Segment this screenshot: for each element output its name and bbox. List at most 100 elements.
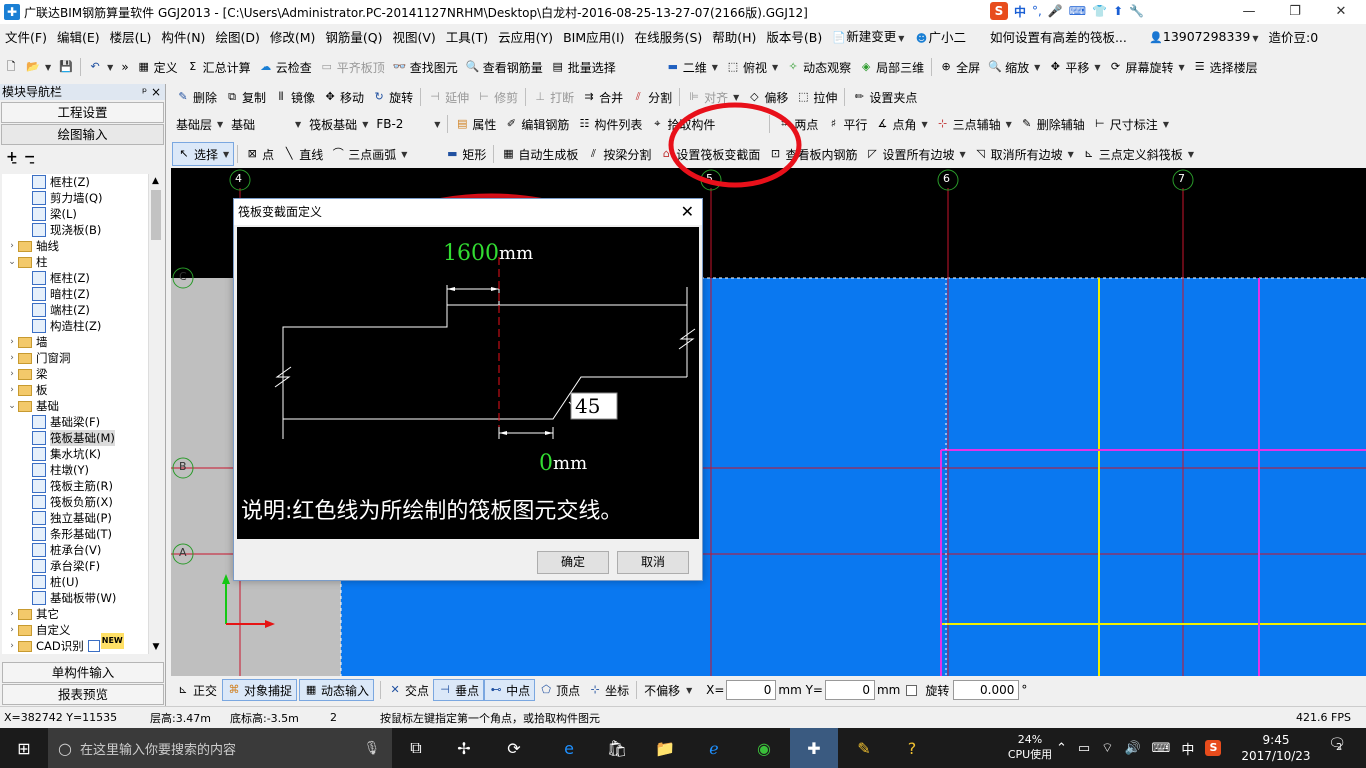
- break-button[interactable]: ⊥ 打断: [529, 85, 578, 109]
- tree-folder[interactable]: ⌄ 基础: [2, 398, 148, 414]
- phone-account[interactable]: 👤13907298339 ▼: [1144, 23, 1264, 52]
- notes-app-icon[interactable]: ✎: [840, 728, 888, 768]
- undo-button[interactable]: ↶ ▼: [84, 55, 117, 79]
- spiral-app-icon[interactable]: ⟳: [490, 728, 538, 768]
- sogou-tray-icon[interactable]: S: [1205, 740, 1222, 756]
- fullscreen-button[interactable]: ⊕ 全屏: [935, 55, 984, 79]
- layer-select[interactable]: 基础层 ▼: [172, 112, 227, 136]
- scroll-thumb[interactable]: [151, 190, 161, 240]
- tree-leaf[interactable]: 基础板带(W): [2, 590, 148, 606]
- two-points-button[interactable]: ⌗ 两点: [773, 112, 822, 136]
- angle-input[interactable]: 45: [575, 393, 600, 419]
- tray-expand-icon[interactable]: ⌃: [1056, 741, 1067, 756]
- cloud-check-button[interactable]: ☁ 云检查: [255, 55, 316, 79]
- expand-chevron-icon[interactable]: ›: [6, 606, 18, 622]
- mic-taskbar-icon[interactable]: 🎙: [363, 741, 380, 756]
- price-bean[interactable]: 造价豆:0: [1264, 24, 1324, 51]
- split-by-beam-button[interactable]: ⫽ 按梁分割: [582, 142, 655, 166]
- stretch-button[interactable]: ⬚ 拉伸: [792, 85, 841, 109]
- ie-icon[interactable]: ℯ: [690, 728, 738, 768]
- green-app-icon[interactable]: ◉: [740, 728, 788, 768]
- start-button[interactable]: ⊞: [0, 728, 48, 768]
- vertex-snap[interactable]: ⬠ 顶点: [535, 682, 584, 699]
- tree-leaf[interactable]: 基础梁(F): [2, 414, 148, 430]
- notification-center[interactable]: 🗨 2: [1322, 736, 1352, 760]
- store-icon[interactable]: 🛍: [593, 728, 641, 768]
- ortho-toggle[interactable]: ⊾ 正交: [171, 682, 222, 699]
- edit-rebar-button[interactable]: ✐ 编辑钢筋: [500, 112, 573, 136]
- menu-cloud[interactable]: 云应用(Y): [493, 24, 558, 51]
- assistant-button[interactable]: ☻广小二: [909, 24, 971, 51]
- tray-network-icon[interactable]: ▭: [1078, 741, 1090, 756]
- expand-chevron-icon[interactable]: ›: [6, 622, 18, 638]
- flush-top-button[interactable]: ▭ 平齐板顶: [316, 55, 389, 79]
- tree-leaf[interactable]: 现浇板(B): [2, 222, 148, 238]
- arc-draw-dropdown[interactable]: ⌒ 三点画弧 ▼: [327, 142, 411, 166]
- wrench-icon[interactable]: 🔧: [1129, 4, 1144, 18]
- expand-chevron-icon[interactable]: ›: [6, 334, 18, 350]
- local-3d-button[interactable]: ◈ 局部三维: [855, 55, 928, 79]
- tree-folder[interactable]: › 其它: [2, 606, 148, 622]
- collapse-chevron-icon[interactable]: ⌄: [6, 398, 18, 414]
- point-draw-button[interactable]: ⊠ 点: [241, 142, 278, 166]
- volume-icon[interactable]: 🔊: [1124, 741, 1140, 756]
- tree-leaf[interactable]: 桩承台(V): [2, 542, 148, 558]
- y-coordinate-input[interactable]: 0: [824, 680, 875, 700]
- menu-tools[interactable]: 工具(T): [441, 24, 493, 51]
- auto-gen-slab-button[interactable]: ▦ 自动生成板: [497, 142, 582, 166]
- offset-mode-select[interactable]: 不偏移 ▼: [640, 682, 704, 699]
- tree-leaf[interactable]: 集水坑(K): [2, 446, 148, 462]
- menu-file[interactable]: 文件(F): [0, 24, 52, 51]
- rect-draw-button[interactable]: ▬ 矩形: [441, 142, 490, 166]
- align-dropdown[interactable]: ⊫ 对齐 ▼: [683, 85, 743, 109]
- edge-icon[interactable]: e: [545, 728, 593, 768]
- category-select[interactable]: 基础 ▼: [227, 112, 305, 136]
- menu-online[interactable]: 在线服务(S): [630, 24, 708, 51]
- dialog-close-icon[interactable]: ✕: [681, 202, 694, 221]
- open-file-button[interactable]: 📂 ▼: [22, 55, 55, 79]
- expand-chevron-icon[interactable]: ›: [6, 238, 18, 254]
- new-change-button[interactable]: 📄新建变更 ▼: [827, 23, 909, 52]
- task-view-icon[interactable]: ⧉: [392, 728, 440, 768]
- tree-leaf[interactable]: 条形基础(T): [2, 526, 148, 542]
- expand-chevron-icon[interactable]: ›: [6, 366, 18, 382]
- tree-leaf[interactable]: 暗柱(Z): [2, 286, 148, 302]
- upload-icon[interactable]: ⬆: [1113, 4, 1123, 18]
- menu-view[interactable]: 视图(V): [387, 24, 440, 51]
- dynamic-view-button[interactable]: ✧ 动态观察: [782, 55, 855, 79]
- close-window-button[interactable]: ✕: [1318, 0, 1364, 24]
- set-grip-button[interactable]: ✏ 设置夹点: [848, 85, 921, 109]
- object-snap-toggle[interactable]: ⌘ 对象捕捉: [222, 679, 298, 701]
- move-button[interactable]: ✥ 移动: [319, 85, 368, 109]
- sogou-icon[interactable]: S: [990, 2, 1008, 20]
- tree-leaf[interactable]: 筏板基础(M): [2, 430, 148, 446]
- component-list-button[interactable]: ☷ 构件列表: [573, 112, 646, 136]
- expand-chevron-icon[interactable]: ›: [6, 638, 18, 654]
- tree-folder[interactable]: › 梁: [2, 366, 148, 382]
- collapse-chevron-icon[interactable]: ⌄: [6, 254, 18, 270]
- tree-folder[interactable]: › CAD识别 NEW: [2, 633, 148, 654]
- extend-button[interactable]: ⊣ 延伸: [424, 85, 473, 109]
- minimize-button[interactable]: —: [1226, 0, 1272, 24]
- midpoint-snap[interactable]: ⊷ 中点: [484, 679, 536, 701]
- merge-button[interactable]: ⇉ 合并: [578, 85, 627, 109]
- set-section-button[interactable]: ⌂ 设置筏板变截面: [655, 142, 764, 166]
- save-button[interactable]: 💾: [55, 55, 77, 79]
- punctuation-icon[interactable]: °,: [1032, 4, 1042, 18]
- perpendicular-snap[interactable]: ⊣ 垂点: [433, 679, 485, 701]
- tree-leaf[interactable]: 独立基础(P): [2, 510, 148, 526]
- menu-floor[interactable]: 楼层(L): [105, 24, 157, 51]
- top-view-dropdown[interactable]: ⬚ 俯视 ▼: [722, 55, 782, 79]
- intersection-snap[interactable]: ✕ 交点: [384, 682, 433, 699]
- collapse-all-icon[interactable]: −̱: [24, 149, 36, 165]
- skin-icon[interactable]: 👕: [1092, 4, 1107, 18]
- top-width-value[interactable]: 1600: [443, 241, 499, 266]
- trim-button[interactable]: ⊢ 修剪: [473, 85, 522, 109]
- menu-component[interactable]: 构件(N): [156, 24, 210, 51]
- explorer-icon[interactable]: 📁: [641, 728, 689, 768]
- offset-button[interactable]: ◇ 偏移: [743, 85, 792, 109]
- ime-mode-label[interactable]: 中: [1014, 3, 1026, 20]
- fan-app-icon[interactable]: ✢: [440, 728, 488, 768]
- overflow-chevron[interactable]: »: [117, 55, 132, 79]
- new-file-button[interactable]: 🗋: [0, 55, 22, 79]
